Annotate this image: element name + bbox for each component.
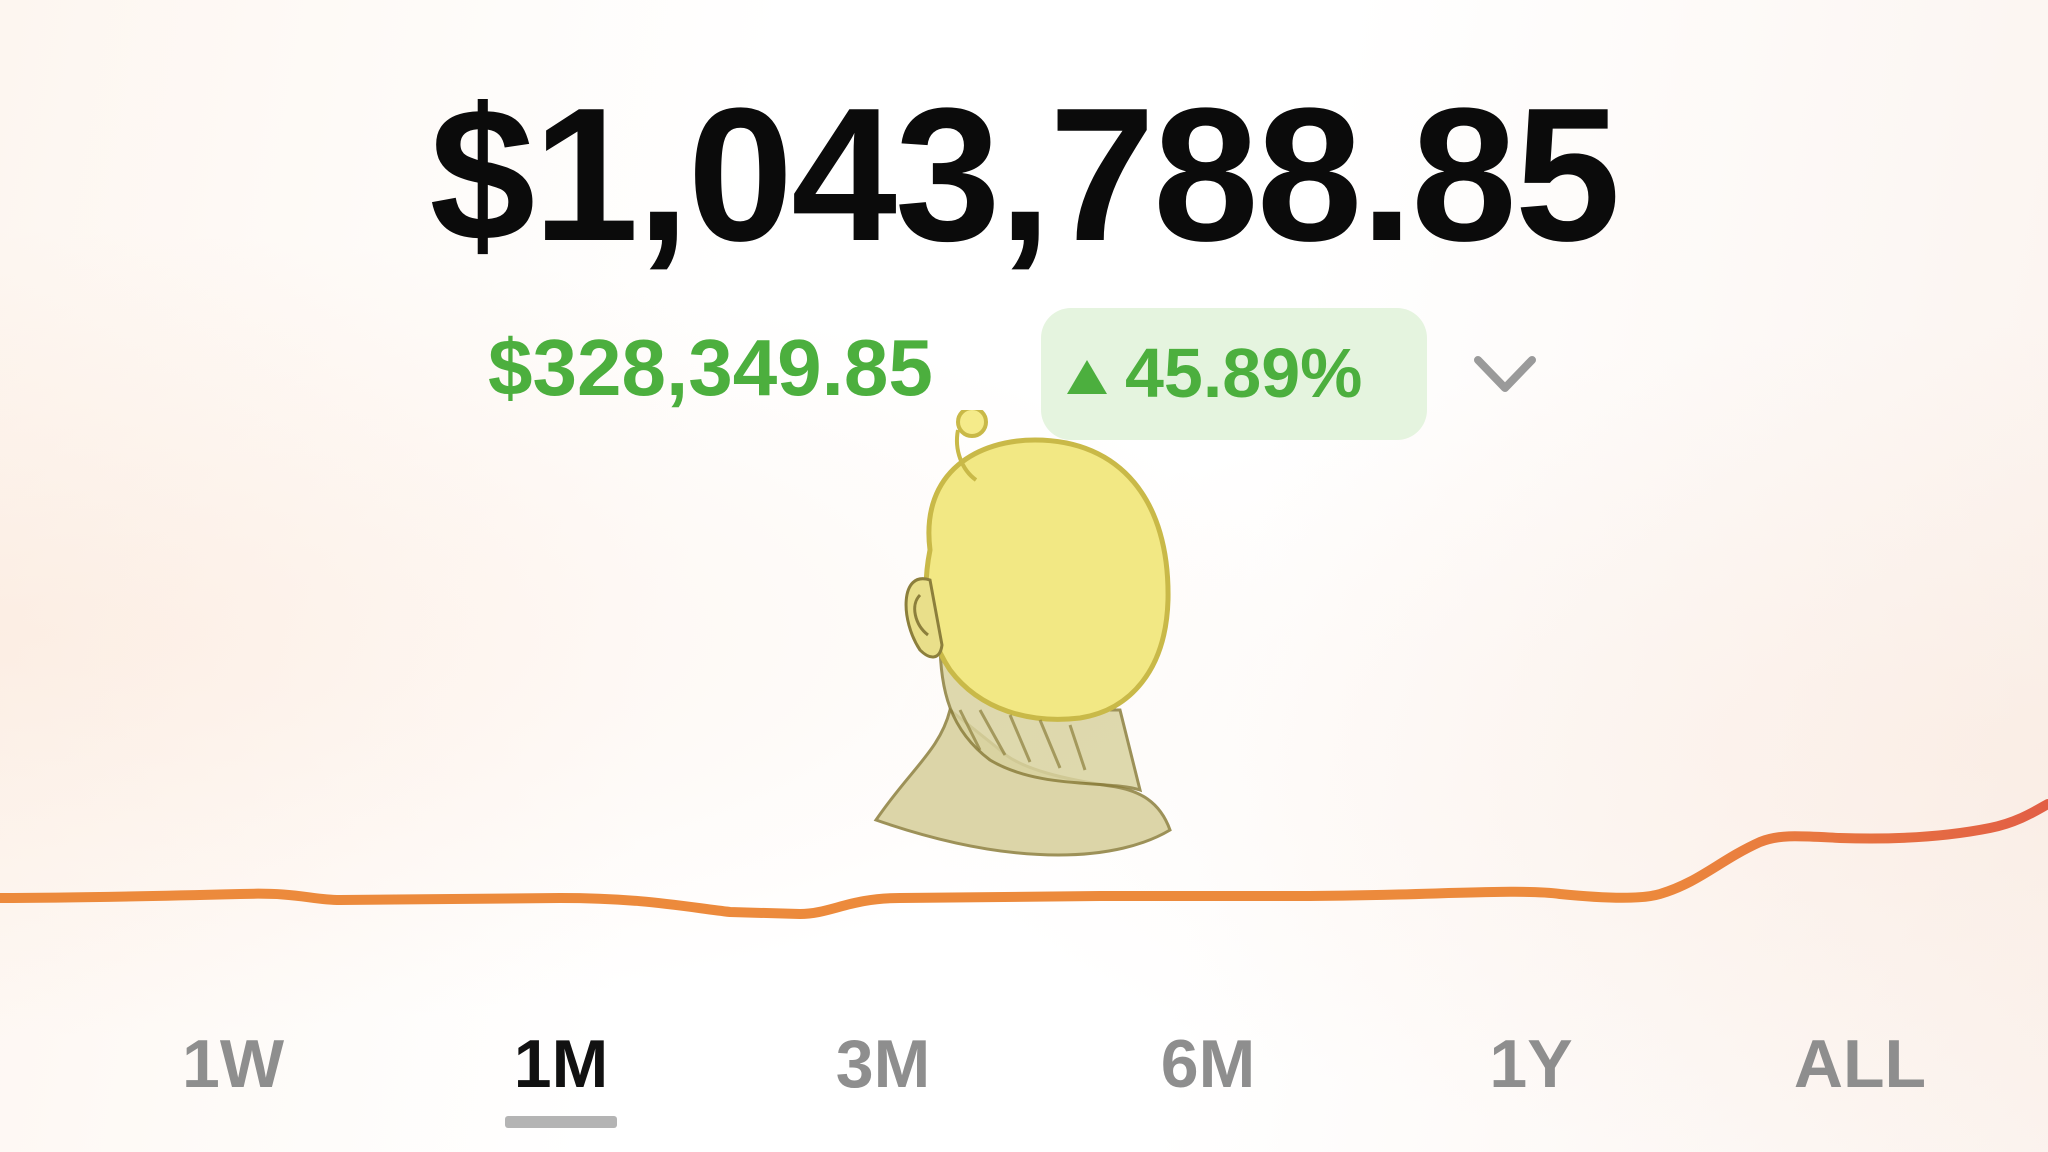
range-6m[interactable]: 6M	[1108, 1030, 1308, 1098]
selected-range-indicator	[505, 1116, 617, 1128]
range-3m[interactable]: 3M	[783, 1030, 983, 1098]
range-1w[interactable]: 1W	[133, 1030, 333, 1098]
range-1y[interactable]: 1Y	[1431, 1030, 1631, 1098]
change-percent: 45.89%	[1125, 334, 1363, 412]
change-amount: $328,349.85	[488, 323, 933, 412]
range-1m[interactable]: 1M	[461, 1030, 661, 1098]
portfolio-balance: $1,043,788.85	[429, 69, 1620, 281]
profile-avatar-icon	[873, 410, 1172, 857]
chevron-down-icon[interactable]	[1470, 348, 1540, 402]
up-triangle-icon	[1067, 360, 1107, 394]
range-all[interactable]: ALL	[1760, 1030, 1960, 1098]
time-range-selector: 1W 1M 3M 6M 1Y ALL	[0, 1020, 2048, 1130]
